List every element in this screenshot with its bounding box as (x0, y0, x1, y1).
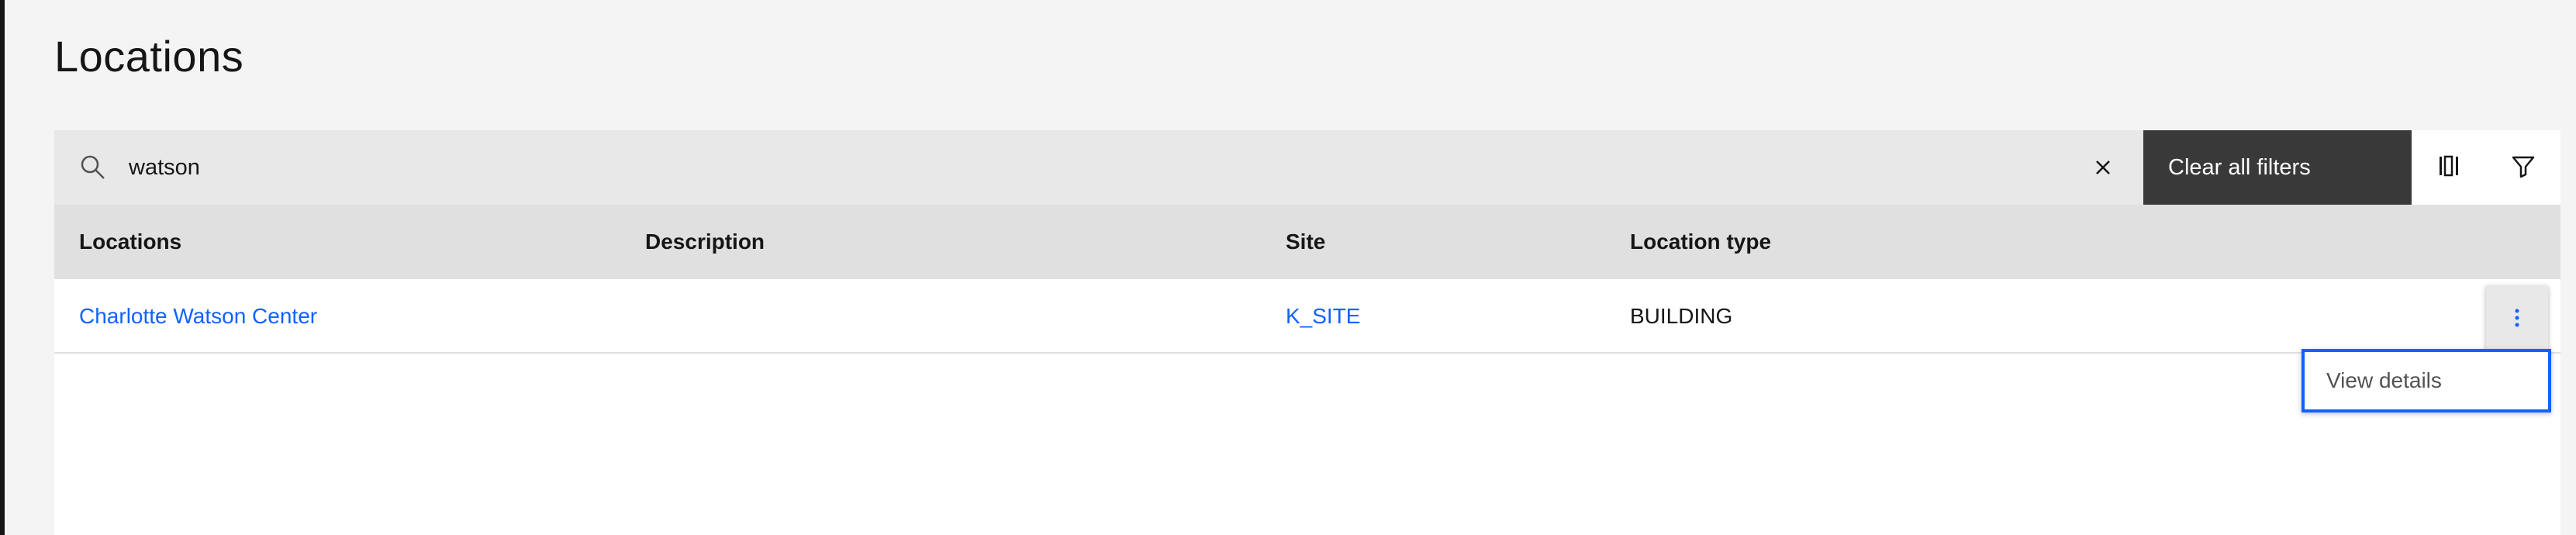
clear-all-filters-button[interactable]: Clear all filters (2143, 130, 2412, 205)
table-header-row: Locations Description Site Location type (54, 205, 2560, 279)
column-header-site[interactable]: Site (1286, 205, 1325, 279)
location-link[interactable]: Charlotte Watson Center (79, 279, 317, 354)
column-header-locations[interactable]: Locations (79, 205, 181, 279)
search-icon (79, 154, 107, 181)
row-overflow-menu-button[interactable] (2486, 285, 2548, 354)
menu-item-view-details[interactable]: View details (2326, 352, 2442, 409)
column-settings-icon (2437, 154, 2460, 181)
search-input[interactable] (129, 147, 2067, 188)
data-table: Clear all filters Locations Description … (54, 130, 2560, 535)
row-overflow-menu: View details (2301, 349, 2551, 412)
site-link[interactable]: K_SITE (1286, 279, 1360, 354)
filter-icon (2511, 154, 2536, 182)
overflow-menu-icon (2514, 308, 2520, 332)
table-toolbar: Clear all filters (54, 130, 2560, 205)
filter-button[interactable] (2486, 130, 2560, 205)
table-row: Charlotte Watson Center K_SITE BUILDING (54, 279, 2560, 354)
window-edge (0, 0, 5, 535)
page-title: Locations (54, 32, 244, 81)
location-type-cell: BUILDING (1630, 304, 1733, 328)
close-icon[interactable] (2089, 154, 2117, 181)
column-header-description[interactable]: Description (645, 205, 765, 279)
column-settings-button[interactable] (2412, 130, 2486, 205)
column-header-location-type[interactable]: Location type (1630, 205, 1771, 279)
